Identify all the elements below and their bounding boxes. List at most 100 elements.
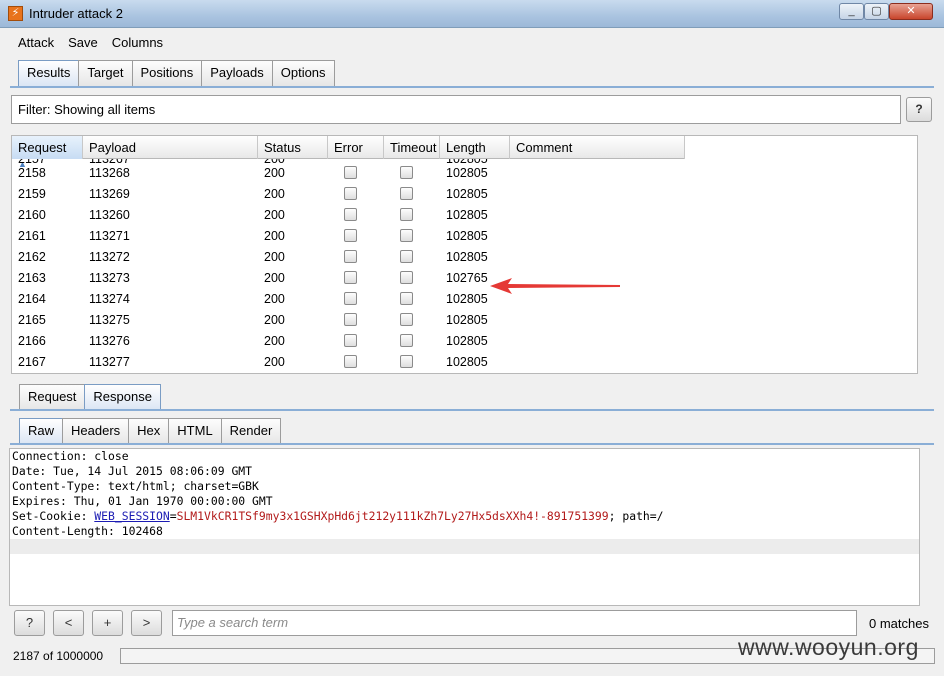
checkbox-icon[interactable] (344, 292, 357, 306)
maximize-button[interactable]: ▢ (864, 3, 889, 20)
search-help-button[interactable]: ? (14, 610, 45, 636)
checkbox-icon[interactable] (400, 166, 413, 180)
checkbox-icon[interactable] (400, 313, 413, 327)
search-input[interactable]: Type a search term (172, 610, 857, 636)
cell-error[interactable] (328, 331, 384, 352)
menu-columns[interactable]: Columns (103, 31, 168, 53)
checkbox-icon[interactable] (400, 208, 413, 222)
checkbox-icon[interactable] (344, 271, 357, 285)
checkbox-icon[interactable] (344, 208, 357, 222)
cell-error[interactable] (328, 268, 384, 289)
search-prev-button[interactable]: < (53, 610, 84, 636)
req-resp-divider (10, 409, 934, 411)
checkbox-icon[interactable] (344, 229, 357, 243)
minimize-button[interactable]: _ (839, 3, 864, 20)
table-row[interactable]: 2166 113276 200 102805 (12, 331, 684, 352)
tab-headers[interactable]: Headers (62, 418, 130, 444)
table-row[interactable]: 2167 113277 200 102805 (12, 352, 684, 373)
match-count: 0 matches (869, 616, 929, 631)
cell-timeout[interactable] (384, 331, 440, 352)
cell-status: 200 (264, 208, 285, 222)
cell-request: 2162 (18, 250, 46, 264)
tab-hex[interactable]: Hex (128, 418, 170, 444)
cell-payload: 113268 (89, 166, 130, 180)
cell-error[interactable] (328, 184, 384, 205)
cell-length: 102805 (446, 229, 488, 243)
col-timeout[interactable]: Timeout (384, 136, 440, 159)
cell-request: 2163 (18, 271, 46, 285)
tab-html[interactable]: HTML (168, 418, 222, 444)
cell-payload: 113274 (89, 292, 130, 306)
table-row[interactable]: 2161 113271 200 102805 (12, 226, 684, 247)
cell-error[interactable] (328, 205, 384, 226)
tab-options[interactable]: Options (271, 60, 335, 86)
raw-response-view[interactable]: Connection: close Date: Tue, 14 Jul 2015… (9, 448, 920, 606)
col-comment[interactable]: Comment (510, 136, 685, 159)
checkbox-icon[interactable] (400, 229, 413, 243)
checkbox-icon[interactable] (344, 355, 357, 369)
checkbox-icon[interactable] (400, 250, 413, 264)
cell-length: 102805 (446, 313, 488, 327)
cell-error[interactable] (328, 289, 384, 310)
checkbox-icon[interactable] (400, 334, 413, 348)
filter-bar[interactable]: Filter: Showing all items (11, 95, 901, 124)
checkbox-icon[interactable] (400, 292, 413, 306)
close-button[interactable]: ✕ (889, 3, 933, 20)
tab-raw[interactable]: Raw (19, 418, 64, 444)
col-request[interactable]: Request ▲ (12, 136, 83, 169)
cell-error[interactable] (328, 226, 384, 247)
table-row[interactable]: 2160 113260 200 102805 (12, 205, 684, 226)
table-header: Request ▲ Payload Status Error Timeout L… (12, 136, 685, 169)
checkbox-icon[interactable] (344, 250, 357, 264)
col-request-label: Request (18, 140, 67, 155)
cell-error[interactable] (328, 352, 384, 373)
checkbox-icon[interactable] (344, 166, 357, 180)
table-row[interactable]: 2165 113275 200 102805 (12, 310, 684, 331)
raw-blank-line (10, 539, 919, 554)
menu-attack[interactable]: Attack (9, 31, 59, 53)
checkbox-icon[interactable] (344, 334, 357, 348)
cell-timeout[interactable] (384, 310, 440, 331)
cell-timeout[interactable] (384, 226, 440, 247)
req-resp-tabs: Request Response (19, 384, 161, 410)
table-scrollbar[interactable]: ▲ ▼ (917, 136, 918, 374)
cell-timeout[interactable] (384, 289, 440, 310)
col-error[interactable]: Error (328, 136, 384, 159)
tab-target[interactable]: Target (78, 60, 133, 86)
cell-length: 102805 (446, 166, 488, 180)
cell-error[interactable] (328, 247, 384, 268)
cell-timeout[interactable] (384, 205, 440, 226)
cell-timeout[interactable] (384, 184, 440, 205)
checkbox-icon[interactable] (400, 355, 413, 369)
cell-error[interactable] (328, 163, 384, 184)
table-row[interactable]: 2162 113272 200 102805 (12, 247, 684, 268)
raw-scrollbar[interactable]: ▲ ▼ (919, 449, 920, 606)
checkbox-icon[interactable] (400, 187, 413, 201)
search-next-button[interactable]: > (131, 610, 162, 636)
raw-line: Content-Type: text/html; charset=GBK (12, 479, 259, 493)
checkbox-icon[interactable] (344, 313, 357, 327)
checkbox-icon[interactable] (400, 271, 413, 285)
cell-error[interactable] (328, 310, 384, 331)
table-row[interactable]: 2159 113269 200 102805 (12, 184, 684, 205)
tab-payloads[interactable]: Payloads (201, 60, 273, 86)
tab-request[interactable]: Request (19, 384, 86, 410)
burp-app-icon: ⚡ (8, 6, 23, 21)
tab-results[interactable]: Results (18, 60, 80, 86)
col-length[interactable]: Length (440, 136, 510, 159)
red-arrow-annotation (490, 278, 620, 294)
search-add-button[interactable]: + (92, 610, 123, 636)
cell-timeout[interactable] (384, 352, 440, 373)
cell-timeout[interactable] (384, 247, 440, 268)
cell-timeout[interactable] (384, 268, 440, 289)
menu-save[interactable]: Save (59, 31, 103, 53)
tab-render[interactable]: Render (220, 418, 282, 444)
col-payload[interactable]: Payload (83, 136, 258, 159)
col-status[interactable]: Status (258, 136, 328, 159)
checkbox-icon[interactable] (344, 187, 357, 201)
table-row[interactable]: 2158 113268 200 102805 (12, 163, 684, 184)
filter-help-button[interactable]: ? (906, 97, 932, 122)
tab-positions[interactable]: Positions (131, 60, 203, 86)
tab-response[interactable]: Response (84, 384, 161, 410)
cell-timeout[interactable] (384, 163, 440, 184)
